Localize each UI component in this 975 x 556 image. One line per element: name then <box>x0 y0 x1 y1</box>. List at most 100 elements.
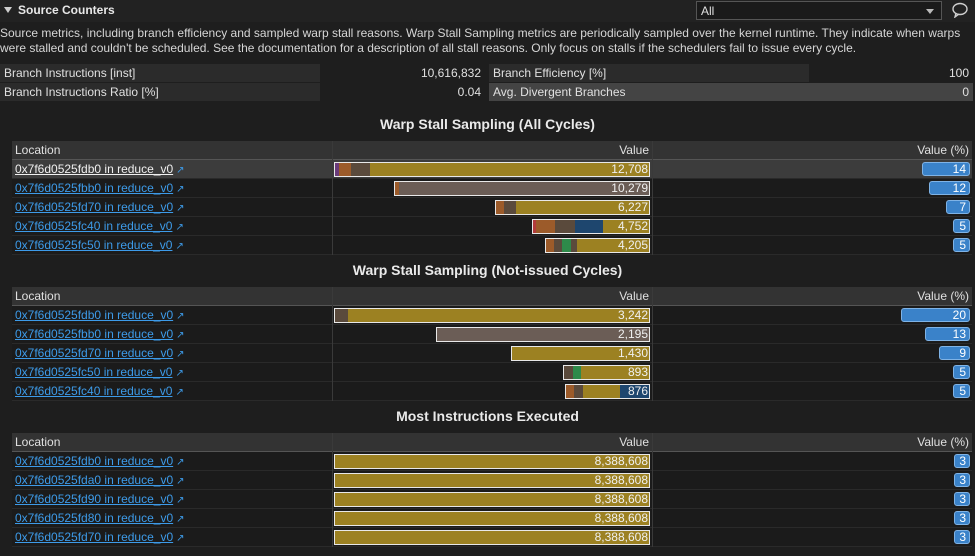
external-link-icon[interactable]: ↗ <box>176 311 184 322</box>
stall-segment-brown <box>574 385 583 398</box>
table-row[interactable]: 0x7f6d0525fd70 in reduce_v0 ↗ 6,227 7 <box>12 198 972 217</box>
external-link-icon[interactable]: ↗ <box>176 476 184 487</box>
location-link[interactable]: 0x7f6d0525fd90 in reduce_v0 ↗ <box>15 492 185 506</box>
filter-dropdown[interactable]: All <box>696 1 942 20</box>
location-link[interactable]: 0x7f6d0525fc40 in reduce_v0 ↗ <box>15 384 184 398</box>
location-text: 0x7f6d0525fc40 in reduce_v0 <box>15 219 173 233</box>
external-link-icon[interactable]: ↗ <box>176 514 184 525</box>
location-link[interactable]: 0x7f6d0525fdb0 in reduce_v0 ↗ <box>15 454 185 468</box>
external-link-icon[interactable]: ↗ <box>176 165 184 176</box>
location-link[interactable]: 0x7f6d0525fda0 in reduce_v0 ↗ <box>15 473 185 487</box>
location-link[interactable]: 0x7f6d0525fd70 in reduce_v0 ↗ <box>15 346 185 360</box>
column-header-value-pct[interactable]: Value (%) <box>917 435 969 449</box>
table-header: Location Value Value (%) <box>12 433 972 452</box>
column-divider[interactable] <box>652 433 653 547</box>
stall-segment-rust <box>496 201 504 214</box>
value-number: 8,388,608 <box>594 530 648 544</box>
table-title: Warp Stall Sampling (Not-issued Cycles) <box>352 262 623 278</box>
value-number: 12,708 <box>611 162 648 176</box>
value-percent-bar: 7 <box>946 200 970 214</box>
external-link-icon[interactable]: ↗ <box>176 533 184 544</box>
value-percent-text: 12 <box>952 181 966 195</box>
location-link[interactable]: 0x7f6d0525fd70 in reduce_v0 ↗ <box>15 530 185 544</box>
section-toggle[interactable]: Source Counters <box>4 3 115 17</box>
table-row[interactable]: 0x7f6d0525fc50 in reduce_v0 ↗ 4,205 5 <box>12 236 972 255</box>
filter-value: All <box>701 4 715 18</box>
value-percent-bar: 13 <box>925 327 970 341</box>
value-number: 10,279 <box>611 181 648 195</box>
column-divider[interactable] <box>652 141 653 255</box>
column-header-location[interactable]: Location <box>15 435 60 449</box>
location-text: 0x7f6d0525fda0 in reduce_v0 <box>15 473 174 487</box>
value-number: 8,388,608 <box>594 473 648 487</box>
table-row[interactable]: 0x7f6d0525fbb0 in reduce_v0 ↗ 10,279 12 <box>12 179 972 198</box>
table-row[interactable]: 0x7f6d0525fd70 in reduce_v0 ↗ 1,430 9 <box>12 344 972 363</box>
column-header-value[interactable]: Value <box>619 289 649 303</box>
table-row[interactable]: 0x7f6d0525fd70 in reduce_v0 ↗ 8,388,608 3 <box>12 528 972 547</box>
location-link[interactable]: 0x7f6d0525fdb0 in reduce_v0 ↗ <box>15 162 185 176</box>
table-row[interactable]: 0x7f6d0525fd80 in reduce_v0 ↗ 8,388,608 3 <box>12 509 972 528</box>
comment-icon[interactable] <box>951 2 969 18</box>
location-link[interactable]: 0x7f6d0525fd70 in reduce_v0 ↗ <box>15 200 185 214</box>
table-row[interactable]: 0x7f6d0525fc40 in reduce_v0 ↗ 876 5 <box>12 382 972 401</box>
external-link-icon[interactable]: ↗ <box>175 222 183 233</box>
external-link-icon[interactable]: ↗ <box>175 368 183 379</box>
value-number: 1,430 <box>617 346 648 360</box>
metrics-row: Branch Instructions Ratio [%] 0.04 Avg. … <box>0 83 975 101</box>
metric-label: Branch Instructions Ratio [%] <box>0 83 320 101</box>
stall-segment-green <box>562 239 571 252</box>
table-row[interactable]: 0x7f6d0525fd90 in reduce_v0 ↗ 8,388,608 3 <box>12 490 972 509</box>
table-row[interactable]: 0x7f6d0525fda0 in reduce_v0 ↗ 8,388,608 3 <box>12 471 972 490</box>
table-title: Most Instructions Executed <box>396 408 579 424</box>
location-link[interactable]: 0x7f6d0525fc40 in reduce_v0 ↗ <box>15 219 184 233</box>
external-link-icon[interactable]: ↗ <box>176 203 184 214</box>
value-bar-area: 6,227 <box>334 200 650 215</box>
column-divider[interactable] <box>332 433 333 547</box>
source-table: Location Value Value (%) 0x7f6d0525fdb0 in … <box>12 287 972 401</box>
table-row[interactable]: 0x7f6d0525fdb0 in reduce_v0 ↗ 3,242 20 <box>12 306 972 325</box>
value-bar-area: 876 <box>334 384 650 399</box>
location-text: 0x7f6d0525fc40 in reduce_v0 <box>15 384 173 398</box>
value-percent-text: 3 <box>959 473 966 487</box>
column-divider[interactable] <box>332 287 333 401</box>
column-header-location[interactable]: Location <box>15 143 60 157</box>
location-text: 0x7f6d0525fdb0 in reduce_v0 <box>15 162 174 176</box>
metric-label: Avg. Divergent Branches <box>489 83 809 101</box>
table-row[interactable]: 0x7f6d0525fdb0 in reduce_v0 ↗ 8,388,608 3 <box>12 452 972 471</box>
table-row[interactable]: 0x7f6d0525fdb0 in reduce_v0 ↗ 12,708 14 <box>12 160 972 179</box>
location-text: 0x7f6d0525fd90 in reduce_v0 <box>15 492 174 506</box>
value-percent-text: 7 <box>959 200 966 214</box>
table-row[interactable]: 0x7f6d0525fc50 in reduce_v0 ↗ 893 5 <box>12 363 972 382</box>
location-link[interactable]: 0x7f6d0525fc50 in reduce_v0 ↗ <box>15 365 184 379</box>
table-row[interactable]: 0x7f6d0525fbb0 in reduce_v0 ↗ 2,195 13 <box>12 325 972 344</box>
column-divider[interactable] <box>652 287 653 401</box>
stall-segment-rust <box>566 385 575 398</box>
location-link[interactable]: 0x7f6d0525fbb0 in reduce_v0 ↗ <box>15 181 185 195</box>
external-link-icon[interactable]: ↗ <box>175 241 183 252</box>
location-text: 0x7f6d0525fd70 in reduce_v0 <box>15 200 174 214</box>
column-header-value-pct[interactable]: Value (%) <box>917 289 969 303</box>
source-table: Location Value Value (%) 0x7f6d0525fdb0 in … <box>12 141 972 255</box>
column-header-location[interactable]: Location <box>15 289 60 303</box>
external-link-icon[interactable]: ↗ <box>176 457 184 468</box>
location-link[interactable]: 0x7f6d0525fd80 in reduce_v0 ↗ <box>15 511 185 525</box>
external-link-icon[interactable]: ↗ <box>176 330 184 341</box>
external-link-icon[interactable]: ↗ <box>176 495 184 506</box>
location-link[interactable]: 0x7f6d0525fbb0 in reduce_v0 ↗ <box>15 327 185 341</box>
column-header-value[interactable]: Value <box>619 435 649 449</box>
metric-value: 10,616,832 <box>420 66 481 80</box>
column-header-value[interactable]: Value <box>619 143 649 157</box>
location-link[interactable]: 0x7f6d0525fc50 in reduce_v0 ↗ <box>15 238 184 252</box>
value-percent-bar: 3 <box>954 473 970 487</box>
section-description: Source metrics, including branch efficie… <box>0 26 961 55</box>
column-divider[interactable] <box>332 141 333 255</box>
location-link[interactable]: 0x7f6d0525fdb0 in reduce_v0 ↗ <box>15 308 185 322</box>
column-header-value-pct[interactable]: Value (%) <box>917 143 969 157</box>
stall-segment-brown <box>554 239 563 252</box>
external-link-icon[interactable]: ↗ <box>176 184 184 195</box>
collapse-triangle-icon[interactable] <box>4 7 12 13</box>
value-percent-text: 9 <box>959 346 966 360</box>
external-link-icon[interactable]: ↗ <box>176 349 184 360</box>
table-row[interactable]: 0x7f6d0525fc40 in reduce_v0 ↗ 4,752 5 <box>12 217 972 236</box>
external-link-icon[interactable]: ↗ <box>175 387 183 398</box>
